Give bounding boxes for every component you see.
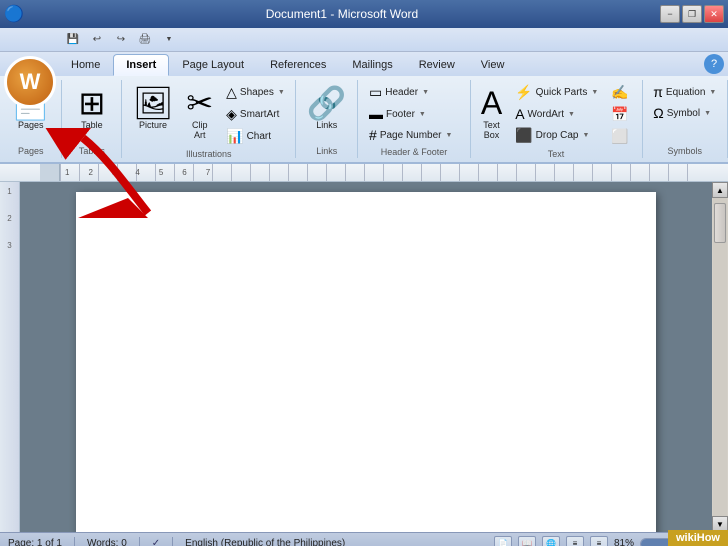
drop-cap-button[interactable]: ⬛ Drop Cap ▼ [510, 125, 603, 146]
title-bar: 🔵 Document1 - Microsoft Word − ❐ ✕ [0, 0, 728, 28]
status-bar: Page: 1 of 1 Words: 0 ✓ English (Republi… [0, 532, 728, 546]
tab-home[interactable]: Home [58, 54, 113, 76]
chart-icon: 📊 [226, 128, 243, 145]
minimize-button[interactable]: − [660, 5, 680, 23]
help-button[interactable]: ? [704, 54, 724, 74]
datetime-button[interactable]: 📅 [606, 104, 636, 125]
print-layout-button[interactable]: 📄 [494, 536, 512, 546]
quick-access-toolbar: W 💾 ↩ ↪ 🖨 ▼ [0, 28, 728, 52]
group-header-footer: ▭ Header ▼ ▬ Footer ▼ # Page Number ▼ [358, 80, 470, 158]
group-links: 🔗 Links Links [296, 80, 358, 158]
footer-button[interactable]: ▬ Footer ▼ [364, 104, 464, 124]
equation-button[interactable]: π Equation ▼ [648, 82, 721, 102]
drop-cap-icon: ⬛ [515, 127, 532, 144]
chart-button[interactable]: 📊 Chart [221, 126, 290, 147]
draft-button[interactable]: ≡ [590, 536, 608, 546]
table-button[interactable]: ⊞ Table [74, 82, 111, 132]
symbol-icon: Ω [653, 105, 663, 121]
datetime-icon: 📅 [611, 106, 628, 123]
wordart-button[interactable]: A WordArt ▼ [510, 104, 603, 124]
illustrations-label: Illustrations [186, 147, 232, 159]
quick-parts-icon: ⚡ [515, 84, 532, 101]
symbols-label: Symbols [668, 144, 703, 156]
page-number-button[interactable]: # Page Number ▼ [364, 125, 464, 145]
word-count: Words: 0 [87, 538, 127, 546]
clipart-icon: ✂ [186, 87, 213, 119]
qa-dropdown[interactable]: ▼ [158, 30, 180, 50]
status-separator-1 [74, 537, 75, 546]
document-area: 123 ▲ ▼ [0, 182, 728, 532]
smartart-icon: ◈ [226, 106, 237, 123]
smartart-button[interactable]: ◈ SmartArt [221, 104, 290, 125]
header-icon: ▭ [369, 84, 382, 101]
quick-parts-button[interactable]: ⚡ Quick Parts ▼ [510, 82, 603, 103]
tab-references[interactable]: References [257, 54, 339, 76]
web-layout-button[interactable]: 🌐 [542, 536, 560, 546]
title-bar-left: 🔵 [4, 4, 24, 24]
tab-pagelayout[interactable]: Page Layout [169, 54, 257, 76]
equation-icon: π [653, 84, 663, 100]
ribbon: 📄 Pages Pages ⊞ Table Tables 🖼 Picture [0, 76, 728, 164]
pages-label: Pages [18, 144, 44, 156]
object-icon: ⬜ [611, 128, 628, 145]
scroll-track[interactable] [713, 198, 727, 516]
window-title: Document1 - Microsoft Word [24, 7, 660, 21]
page-number-icon: # [369, 127, 377, 143]
header-button[interactable]: ▭ Header ▼ [364, 82, 464, 103]
full-reading-button[interactable]: 📖 [518, 536, 536, 546]
object-button[interactable]: ⬜ [606, 126, 636, 147]
tables-label: Tables [79, 144, 105, 156]
group-symbols: π Equation ▼ Ω Symbol ▼ Symbols [643, 80, 728, 158]
wordart-icon: A [515, 106, 524, 122]
links-button[interactable]: 🔗 Links [302, 82, 352, 132]
status-separator-3 [172, 537, 173, 546]
close-button[interactable]: ✕ [704, 5, 724, 23]
page-count: Page: 1 of 1 [8, 538, 62, 546]
links-icon: 🔗 [307, 87, 347, 119]
clipart-button[interactable]: ✂ ClipArt [181, 82, 218, 142]
restore-button[interactable]: ❐ [682, 5, 702, 23]
picture-button[interactable]: 🖼 Picture [128, 82, 179, 132]
qa-undo[interactable]: ↩ [86, 30, 108, 50]
tab-view[interactable]: View [468, 54, 518, 76]
qa-print[interactable]: 🖨 [134, 30, 156, 50]
qa-redo[interactable]: ↪ [110, 30, 132, 50]
tab-insert[interactable]: Insert [113, 54, 169, 76]
footer-icon: ▬ [369, 106, 383, 122]
shapes-button[interactable]: △ Shapes ▼ [221, 82, 290, 103]
signature-icon: ✍ [611, 84, 628, 101]
tab-mailings[interactable]: Mailings [339, 54, 405, 76]
picture-icon: 🖼 [133, 87, 174, 119]
document-page [76, 192, 656, 532]
text-label: Text [548, 147, 565, 159]
office-button[interactable]: W [4, 56, 56, 108]
qa-save[interactable]: 💾 [62, 30, 84, 50]
spell-check-icon: ✓ [152, 538, 160, 546]
links-label: Links [316, 144, 337, 156]
shapes-icon: △ [226, 84, 237, 101]
vertical-scrollbar: ▲ ▼ [712, 182, 728, 532]
symbol-button[interactable]: Ω Symbol ▼ [648, 103, 721, 123]
ruler-horizontal: 1234567 [0, 164, 728, 182]
group-illustrations: 🖼 Picture ✂ ClipArt △ Shapes ▼ ◈ SmartAr [122, 80, 296, 158]
group-tables: ⊞ Table Tables [62, 80, 122, 158]
group-text: A TextBox ⚡ Quick Parts ▼ A WordArt ▼ [471, 80, 643, 158]
hf-label: Header & Footer [381, 145, 448, 157]
scroll-thumb[interactable] [714, 203, 726, 243]
document-scroll-area[interactable] [20, 182, 712, 532]
ribbon-tabs: Home Insert Page Layout References Maili… [0, 52, 728, 76]
outline-button[interactable]: ≡ [566, 536, 584, 546]
language-info: English (Republic of the Philippines) [185, 538, 345, 546]
scroll-up-button[interactable]: ▲ [712, 182, 728, 198]
tab-review[interactable]: Review [406, 54, 468, 76]
table-icon: ⊞ [79, 87, 106, 119]
window-controls: − ❐ ✕ [660, 5, 724, 23]
ruler-vertical: 123 [0, 182, 20, 532]
signature-button[interactable]: ✍ [606, 82, 636, 103]
textbox-icon: A [481, 87, 502, 119]
zoom-level: 81% [614, 538, 634, 546]
status-separator-2 [139, 537, 140, 546]
wikihow-badge: wikiHow [668, 530, 728, 546]
textbox-button[interactable]: A TextBox [476, 82, 507, 142]
